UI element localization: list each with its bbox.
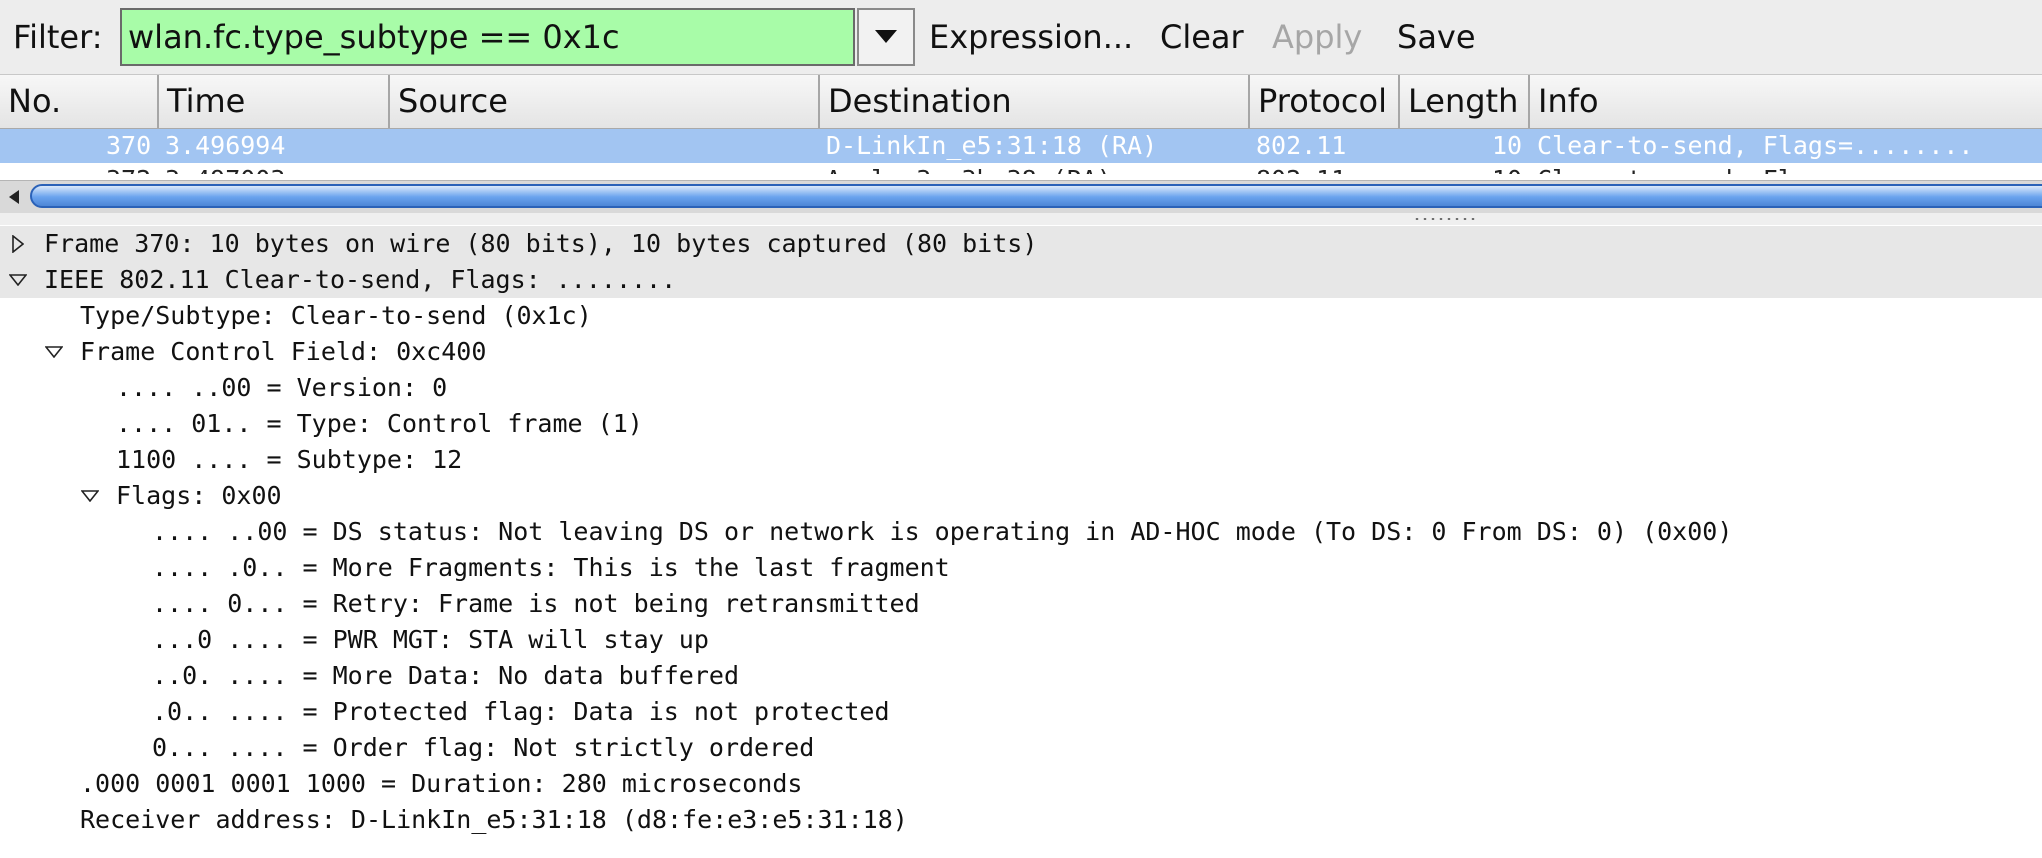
tree-node-label: .... 01.. = Type: Control frame (1): [116, 409, 643, 438]
tree-node-label: .0.. .... = Protected flag: Data is not …: [152, 697, 890, 726]
packet-no: 372: [106, 163, 151, 174]
collapse-toggle-icon[interactable]: [6, 262, 30, 298]
packet-protocol: 802.11: [1256, 131, 1347, 160]
clear-button[interactable]: Clear: [1160, 18, 1244, 56]
tree-node-label: Receiver address: D-LinkIn_e5:31:18 (d8:…: [80, 805, 908, 834]
tree-node-receiver-address[interactable]: Receiver address: D-LinkIn_e5:31:18 (d8:…: [0, 802, 2042, 838]
tree-node-label: ..0. .... = More Data: No data buffered: [152, 661, 739, 690]
tree-node-label: Frame 370: 10 bytes on wire (80 bits), 1…: [44, 229, 1038, 258]
column-header-source[interactable]: Source: [390, 75, 820, 128]
packet-length: 10: [1492, 131, 1523, 160]
splitter-grip-icon: [1413, 216, 1477, 222]
tree-node-label: Frame Control Field: 0xc400: [80, 337, 487, 366]
expand-toggle-icon[interactable]: [6, 226, 30, 262]
tree-node-label: 1100 .... = Subtype: 12: [116, 445, 463, 474]
expression-button[interactable]: Expression...: [929, 18, 1133, 56]
save-button[interactable]: Save: [1397, 18, 1476, 56]
tree-node-frame[interactable]: Frame 370: 10 bytes on wire (80 bits), 1…: [0, 226, 2042, 262]
tree-node-frame-control-field[interactable]: Frame Control Field: 0xc400: [0, 334, 2042, 370]
packet-list: 370 3.496994 D-LinkIn_e5:31:18 (RA) 802.…: [0, 129, 2042, 174]
filter-input[interactable]: [120, 8, 855, 66]
column-header-time[interactable]: Time: [159, 75, 390, 128]
tree-node-label: .... ..00 = DS status: Not leaving DS or…: [152, 517, 1733, 546]
apply-button[interactable]: Apply: [1272, 18, 1362, 56]
collapse-toggle-icon[interactable]: [78, 478, 102, 514]
scrollbar-thumb[interactable]: [30, 184, 2042, 208]
filter-history-dropdown-button[interactable]: [857, 8, 915, 66]
tree-node-ds-status[interactable]: .... ..00 = DS status: Not leaving DS or…: [0, 514, 2042, 550]
tree-node-duration[interactable]: .000 0001 0001 1000 = Duration: 280 micr…: [0, 766, 2042, 802]
packet-length: 10: [1492, 163, 1522, 174]
chevron-left-icon: [9, 190, 19, 204]
packet-destination: Apple_3c:3b:38 (RA): [826, 163, 1112, 174]
tree-node-label: 0... .... = Order flag: Not strictly ord…: [152, 733, 815, 762]
packet-info: Clear-to-send, Flags=........: [1537, 131, 1974, 160]
packet-time: 3.497003: [165, 163, 285, 174]
tree-node-order-flag[interactable]: 0... .... = Order flag: Not strictly ord…: [0, 730, 2042, 766]
tree-node-type[interactable]: .... 01.. = Type: Control frame (1): [0, 406, 2042, 442]
packet-no: 370: [106, 131, 152, 160]
pane-splitter[interactable]: [0, 213, 2042, 225]
tree-node-ieee80211[interactable]: IEEE 802.11 Clear-to-send, Flags: ......…: [0, 262, 2042, 298]
packet-info: Clear-to-send, Flags=........: [1537, 163, 1974, 174]
tree-node-version[interactable]: .... ..00 = Version: 0: [0, 370, 2042, 406]
chevron-down-icon: [875, 30, 897, 43]
tree-node-pwr-mgt[interactable]: ...0 .... = PWR MGT: STA will stay up: [0, 622, 2042, 658]
column-header-no[interactable]: No.: [0, 75, 159, 128]
tree-node-type-subtype[interactable]: Type/Subtype: Clear-to-send (0x1c): [0, 298, 2042, 334]
tree-node-label: ...0 .... = PWR MGT: STA will stay up: [152, 625, 709, 654]
tree-node-label: .... .0.. = More Fragments: This is the …: [152, 553, 950, 582]
horizontal-scrollbar[interactable]: [0, 180, 2042, 214]
tree-node-retry[interactable]: .... 0... = Retry: Frame is not being re…: [0, 586, 2042, 622]
tree-node-label: Flags: 0x00: [116, 481, 282, 510]
column-header-destination[interactable]: Destination: [820, 75, 1250, 128]
tree-node-label: IEEE 802.11 Clear-to-send, Flags: ......…: [44, 265, 677, 294]
tree-node-label: .... ..00 = Version: 0: [116, 373, 448, 402]
column-header-info[interactable]: Info: [1530, 75, 2042, 128]
tree-node-more-fragments[interactable]: .... .0.. = More Fragments: This is the …: [0, 550, 2042, 586]
filter-label: Filter:: [13, 18, 103, 56]
packet-time: 3.496994: [165, 131, 286, 160]
filter-toolbar: Filter: Expression... Clear Apply Save: [0, 0, 2042, 75]
tree-node-subtype[interactable]: 1100 .... = Subtype: 12: [0, 442, 2042, 478]
packet-row[interactable]: 370 3.496994 D-LinkIn_e5:31:18 (RA) 802.…: [0, 129, 2042, 163]
column-header-protocol[interactable]: Protocol: [1250, 75, 1400, 128]
packet-row[interactable]: 372 3.497003 Apple_3c:3b:38 (RA) 802.11 …: [0, 163, 2042, 174]
tree-node-label: Type/Subtype: Clear-to-send (0x1c): [80, 301, 592, 330]
tree-node-protected-flag[interactable]: .0.. .... = Protected flag: Data is not …: [0, 694, 2042, 730]
tree-node-flags[interactable]: Flags: 0x00: [0, 478, 2042, 514]
packet-details-tree: Frame 370: 10 bytes on wire (80 bits), 1…: [0, 226, 2042, 858]
scroll-left-button[interactable]: [0, 181, 28, 213]
tree-node-label: .000 0001 0001 1000 = Duration: 280 micr…: [80, 769, 803, 798]
packet-destination: D-LinkIn_e5:31:18 (RA): [826, 131, 1158, 160]
packet-list-header: No. Time Source Destination Protocol Len…: [0, 75, 2042, 129]
tree-node-more-data[interactable]: ..0. .... = More Data: No data buffered: [0, 658, 2042, 694]
column-header-length[interactable]: Length: [1400, 75, 1530, 128]
collapse-toggle-icon[interactable]: [42, 334, 66, 370]
packet-protocol: 802.11: [1256, 163, 1346, 174]
tree-node-label: .... 0... = Retry: Frame is not being re…: [152, 589, 920, 618]
